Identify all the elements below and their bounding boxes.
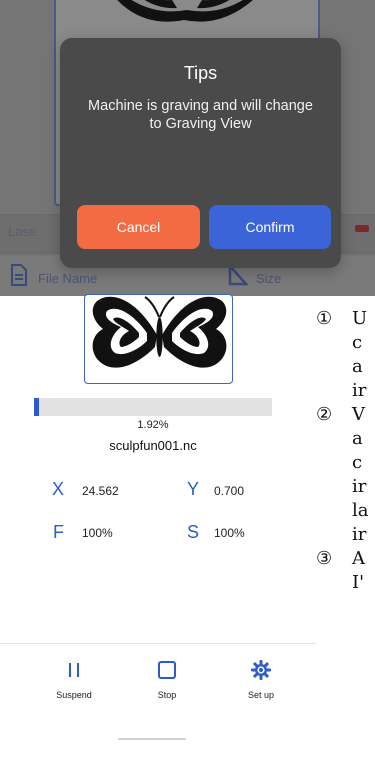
dialog-message: Machine is graving and will change to Gr…	[88, 98, 313, 132]
doc-text-line: ir	[352, 476, 367, 497]
doc-text-line: ir	[352, 524, 367, 545]
stop-button[interactable]: Stop	[127, 656, 207, 700]
speed-value: 100%	[214, 526, 245, 540]
laser-indicator-icon	[355, 225, 369, 232]
x-axis-label: X	[52, 479, 65, 499]
file-name: sculpfun001.nc	[109, 438, 197, 453]
y-axis-value: 0.700	[214, 484, 245, 498]
cancel-button[interactable]: Cancel	[77, 205, 200, 249]
list-number-1: ①	[316, 308, 333, 329]
pause-icon	[34, 656, 114, 684]
background-app-screen: Lase File Name Size Tips Machine is grav…	[0, 0, 375, 296]
bottom-toolbar: Suspend Stop Set up	[0, 643, 316, 743]
feed-value: 100%	[82, 526, 113, 540]
doc-text-line: A	[352, 548, 365, 569]
home-indicator	[118, 738, 186, 740]
dialog-title: Tips	[183, 63, 218, 83]
graving-view-screen: 1.92% sculpfun001.nc X 24.562 Y 0.700 F …	[0, 294, 316, 763]
doc-text-line: la	[352, 500, 369, 521]
stop-icon	[127, 656, 207, 684]
doc-text-line: ir	[352, 380, 367, 401]
x-axis-value: 24.562	[82, 484, 119, 498]
progress-percent: 1.92%	[137, 419, 169, 431]
background-size-label: Size	[256, 271, 282, 286]
progress-bar	[34, 398, 272, 416]
doc-text-line: V	[352, 404, 365, 425]
butterfly-image-dimmed	[117, 0, 253, 22]
doc-text-line: c	[352, 452, 363, 473]
doc-text-line: U	[352, 308, 368, 329]
suspend-label: Suspend	[56, 690, 92, 700]
doc-text-line: a	[352, 356, 363, 377]
tips-dialog: Tips Machine is graving and will change …	[60, 38, 341, 268]
y-axis-label: Y	[187, 479, 200, 499]
background-file-name-label: File Name	[38, 271, 98, 286]
doc-text-line: c	[352, 332, 363, 353]
setup-button[interactable]: Set up	[221, 656, 301, 700]
document-side-text: ①U c a ir ②V a c ir la ir ③A I'	[316, 296, 375, 763]
stop-label: Stop	[157, 690, 177, 700]
speed-label: S	[187, 522, 200, 542]
progress-fill	[34, 398, 39, 416]
engraving-preview	[84, 294, 233, 384]
suspend-button[interactable]: Suspend	[34, 656, 114, 700]
list-number-3: ③	[316, 548, 333, 569]
feed-label: F	[53, 522, 64, 542]
setup-label: Set up	[247, 690, 275, 700]
background-laser-label: Lase	[8, 224, 37, 239]
confirm-button[interactable]: Confirm	[209, 205, 331, 249]
butterfly-image	[92, 296, 227, 368]
doc-text-line: a	[352, 428, 363, 449]
list-number-2: ②	[316, 404, 333, 425]
gear-icon	[221, 656, 301, 684]
doc-text-line: I'	[352, 572, 365, 593]
file-icon	[11, 264, 27, 286]
